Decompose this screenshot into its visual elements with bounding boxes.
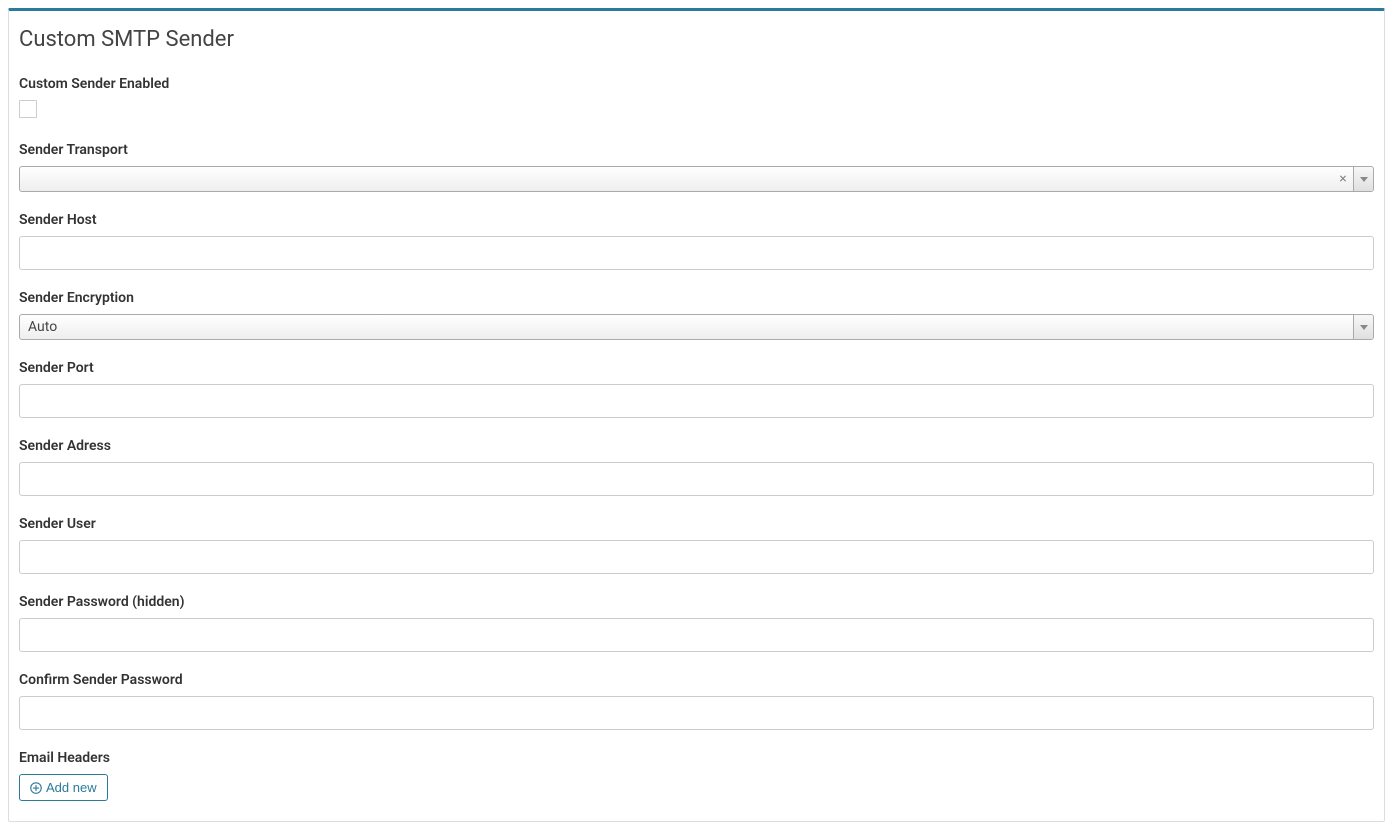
- select-encryption-value: Auto: [20, 319, 1353, 335]
- label-headers: Email Headers: [19, 750, 1374, 766]
- label-enabled: Custom Sender Enabled: [19, 76, 1374, 92]
- clear-icon[interactable]: ×: [1333, 171, 1353, 187]
- input-password[interactable]: [19, 618, 1374, 652]
- field-host: Sender Host: [19, 212, 1374, 270]
- plus-icon: [30, 782, 42, 794]
- input-address[interactable]: [19, 462, 1374, 496]
- panel-title: Custom SMTP Sender: [19, 27, 1374, 52]
- input-host[interactable]: [19, 236, 1374, 270]
- field-transport: Sender Transport ×: [19, 142, 1374, 192]
- input-port[interactable]: [19, 384, 1374, 418]
- input-confirm-password[interactable]: [19, 696, 1374, 730]
- add-new-label: Add new: [46, 780, 97, 795]
- field-user: Sender User: [19, 516, 1374, 574]
- checkbox-enabled[interactable]: [19, 100, 37, 118]
- chevron-down-icon[interactable]: [1353, 315, 1373, 339]
- label-user: Sender User: [19, 516, 1374, 532]
- label-encryption: Sender Encryption: [19, 290, 1374, 306]
- smtp-sender-panel: Custom SMTP Sender Custom Sender Enabled…: [8, 8, 1385, 822]
- field-address: Sender Adress: [19, 438, 1374, 496]
- field-password: Sender Password (hidden): [19, 594, 1374, 652]
- field-confirm-password: Confirm Sender Password: [19, 672, 1374, 730]
- label-port: Sender Port: [19, 360, 1374, 376]
- select-transport[interactable]: ×: [19, 166, 1374, 192]
- input-user[interactable]: [19, 540, 1374, 574]
- chevron-down-icon[interactable]: [1353, 167, 1373, 191]
- field-headers: Email Headers Add new: [19, 750, 1374, 801]
- label-confirm-password: Confirm Sender Password: [19, 672, 1374, 688]
- field-enabled: Custom Sender Enabled: [19, 76, 1374, 122]
- field-encryption: Sender Encryption Auto: [19, 290, 1374, 340]
- field-port: Sender Port: [19, 360, 1374, 418]
- select-encryption[interactable]: Auto: [19, 314, 1374, 340]
- label-address: Sender Adress: [19, 438, 1374, 454]
- label-password: Sender Password (hidden): [19, 594, 1374, 610]
- label-transport: Sender Transport: [19, 142, 1374, 158]
- label-host: Sender Host: [19, 212, 1374, 228]
- add-new-button[interactable]: Add new: [19, 774, 108, 801]
